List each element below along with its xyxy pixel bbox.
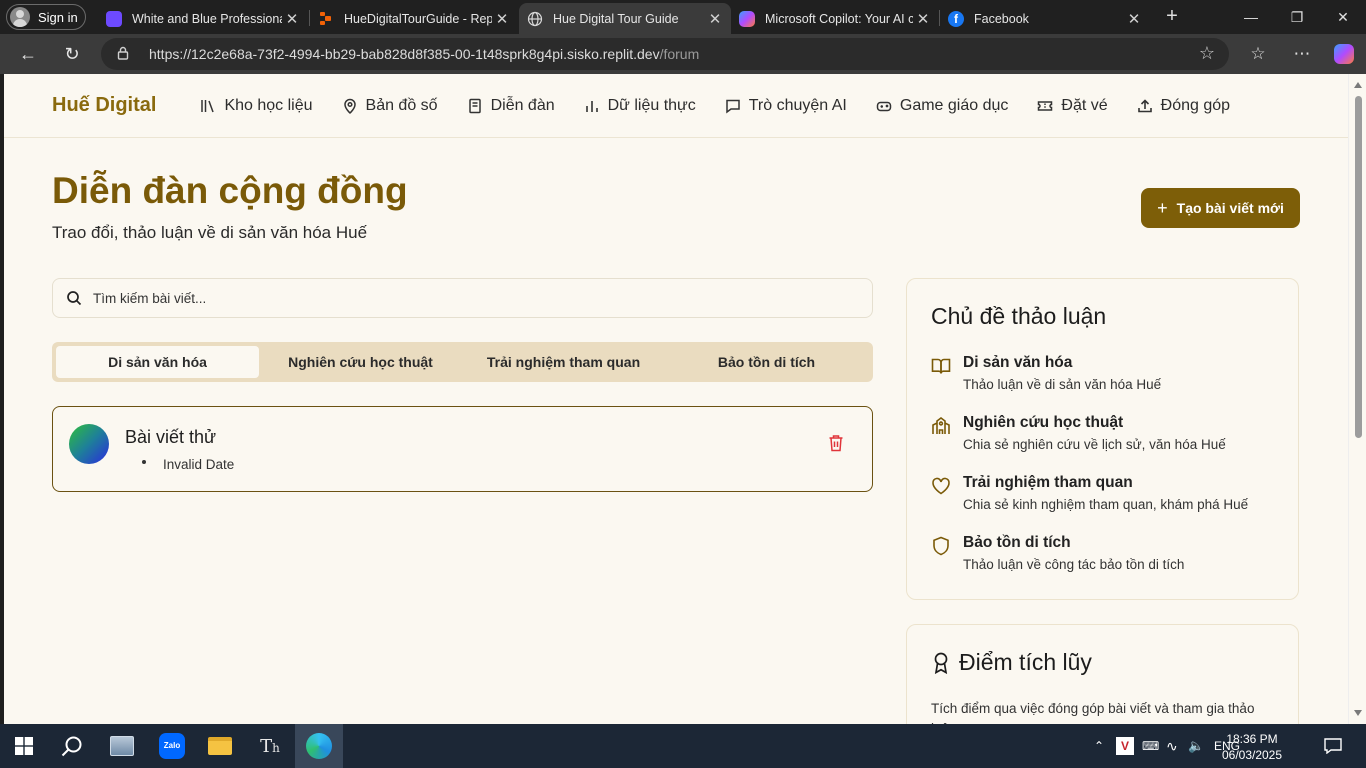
tab-heritage-preservation[interactable]: Bảo tồn di tích bbox=[665, 346, 868, 378]
unikey-icon[interactable]: V bbox=[1116, 737, 1134, 755]
reload-icon[interactable]: ↻ bbox=[58, 40, 86, 68]
notification-icon[interactable] bbox=[1310, 724, 1356, 768]
category-tabs: Di sản văn hóa Nghiên cứu học thuật Trải… bbox=[52, 342, 873, 382]
page-viewport: Huế Digital Kho học liệu Bản đồ số Diễn … bbox=[4, 74, 1348, 724]
favorite-star-icon[interactable]: ☆ bbox=[1199, 43, 1215, 64]
file-explorer-icon[interactable] bbox=[196, 724, 244, 768]
page-subtitle: Trao đổi, thảo luận về di sản văn hóa Hu… bbox=[52, 223, 368, 242]
favorites-icon[interactable]: ☆ bbox=[1244, 40, 1272, 68]
lock-icon bbox=[117, 46, 135, 63]
shield-icon bbox=[933, 536, 949, 556]
replit-favicon-icon bbox=[318, 11, 334, 27]
edge-browser-icon[interactable] bbox=[295, 724, 343, 768]
heart-icon bbox=[932, 477, 950, 495]
nav-item-library[interactable]: Kho học liệu bbox=[200, 97, 313, 115]
scroll-up-icon[interactable] bbox=[1354, 82, 1362, 88]
canva-favicon-icon bbox=[106, 10, 122, 27]
globe-favicon-icon bbox=[527, 11, 543, 27]
ticket-icon bbox=[1037, 98, 1053, 114]
back-arrow-icon[interactable]: ← bbox=[14, 40, 42, 68]
map-pin-icon bbox=[342, 98, 358, 114]
avatar bbox=[69, 424, 109, 464]
post-title[interactable]: Bài viết thử bbox=[125, 427, 216, 448]
nav-item-ai-chat[interactable]: Trò chuyện AI bbox=[725, 97, 847, 115]
search-box bbox=[52, 278, 873, 318]
zalo-icon[interactable]: Zalo bbox=[148, 724, 196, 768]
more-menu-icon[interactable]: ⋯ bbox=[1288, 40, 1316, 68]
site-header: Huế Digital Kho học liệu Bản đồ số Diễn … bbox=[4, 74, 1348, 138]
browser-tab-active[interactable]: Hue Digital Tour Guide ✕ bbox=[519, 3, 731, 34]
system-app-icon[interactable] bbox=[98, 724, 146, 768]
topics-card: Chủ đề thảo luận Di sản văn hóa Thảo luậ… bbox=[906, 278, 1299, 600]
page-scrollbar[interactable] bbox=[1348, 74, 1366, 724]
speaker-muted-icon[interactable]: 🔈 bbox=[1188, 738, 1206, 754]
browser-tab[interactable]: f Facebook ✕ bbox=[940, 3, 1150, 34]
profile-avatar-icon bbox=[10, 7, 30, 27]
close-tab-icon[interactable]: ✕ bbox=[282, 10, 302, 28]
new-tab-button[interactable]: + bbox=[1160, 4, 1184, 28]
nav-item-tickets[interactable]: Đặt vé bbox=[1037, 97, 1108, 115]
points-description: Tích điểm qua việc đóng góp bài viết và … bbox=[931, 701, 1255, 724]
chat-icon bbox=[725, 98, 741, 114]
search-input[interactable] bbox=[93, 290, 793, 306]
scrollbar-thumb[interactable] bbox=[1355, 96, 1362, 438]
wifi-icon[interactable]: ∿ bbox=[1166, 738, 1184, 755]
sign-in-button[interactable]: Sign in bbox=[6, 4, 86, 30]
gamepad-icon bbox=[876, 98, 892, 114]
plus-icon: + bbox=[1157, 197, 1168, 218]
scroll-down-icon[interactable] bbox=[1354, 710, 1362, 716]
taskbar-clock[interactable]: 18:36 PM 06/03/2025 bbox=[1210, 731, 1294, 763]
windows-start-icon[interactable] bbox=[0, 724, 48, 768]
library-icon bbox=[200, 98, 216, 114]
browser-tab[interactable]: Microsoft Copilot: Your AI c ✕ bbox=[731, 3, 939, 34]
points-title: Điểm tích lũy bbox=[959, 649, 1092, 675]
chevron-up-icon[interactable]: ⌃ bbox=[1090, 739, 1108, 753]
nav-item-forum[interactable]: Diễn đàn bbox=[467, 97, 555, 115]
restore-window-icon[interactable]: ❐ bbox=[1274, 0, 1320, 34]
points-card: Điểm tích lũy Tích điểm qua việc đóng gó… bbox=[906, 624, 1299, 724]
upload-icon bbox=[1137, 98, 1153, 114]
close-tab-icon[interactable]: ✕ bbox=[705, 10, 725, 28]
browser-tab[interactable]: HueDigitalTourGuide - Repli ✕ bbox=[310, 3, 518, 34]
copilot-icon[interactable] bbox=[1330, 40, 1358, 68]
search-icon bbox=[67, 291, 82, 306]
open-book-icon bbox=[931, 358, 951, 374]
award-icon bbox=[934, 652, 948, 674]
nav-item-data[interactable]: Dữ liệu thực bbox=[584, 97, 696, 115]
taskbar: Zalo Th ⌃ V ⌨ ∿ 🔈 ENG 18:36 PM 06/03/202… bbox=[0, 724, 1366, 768]
nav-item-map[interactable]: Bản đồ số bbox=[342, 97, 438, 115]
close-window-icon[interactable]: ✕ bbox=[1320, 0, 1366, 34]
url-text: https://12c2e68a-73f2-4994-bb29-bab828d8… bbox=[149, 46, 700, 62]
bar-chart-icon bbox=[584, 98, 600, 114]
search-taskbar-icon[interactable] bbox=[48, 724, 96, 768]
post-date: Invalid Date bbox=[163, 457, 235, 472]
browser-toolbar: ← ↻ https://12c2e68a-73f2-4994-bb29-bab8… bbox=[0, 34, 1366, 74]
post-card[interactable]: Bài viết thử Invalid Date bbox=[52, 406, 873, 492]
facebook-favicon-icon: f bbox=[948, 10, 964, 27]
minimize-window-icon[interactable]: — bbox=[1228, 0, 1274, 34]
create-post-button[interactable]: + Tạo bài viết mới bbox=[1141, 188, 1300, 228]
page-title: Diễn đàn cộng đồng bbox=[52, 170, 408, 211]
book-icon bbox=[467, 98, 483, 114]
nav-item-games[interactable]: Game giáo dục bbox=[876, 97, 1008, 115]
trash-icon[interactable] bbox=[828, 434, 844, 452]
tab-cultural-heritage[interactable]: Di sản văn hóa bbox=[56, 346, 259, 378]
close-tab-icon[interactable]: ✕ bbox=[913, 10, 933, 28]
tab-academic-research[interactable]: Nghiên cứu học thuật bbox=[259, 346, 462, 378]
address-bar[interactable]: https://12c2e68a-73f2-4994-bb29-bab828d8… bbox=[101, 38, 1229, 70]
keyboard-icon[interactable]: ⌨ bbox=[1142, 739, 1160, 753]
close-tab-icon[interactable]: ✕ bbox=[1124, 10, 1144, 28]
nav-item-contribute[interactable]: Đóng góp bbox=[1137, 97, 1230, 115]
site-logo[interactable]: Huế Digital bbox=[52, 94, 156, 117]
bullet-dot bbox=[142, 460, 146, 464]
close-tab-icon[interactable]: ✕ bbox=[492, 10, 512, 28]
tab-visit-experience[interactable]: Trải nghiệm tham quan bbox=[462, 346, 665, 378]
copilot-favicon-icon bbox=[739, 10, 755, 27]
topics-title: Chủ đề thảo luận bbox=[931, 303, 1107, 329]
typing-app-icon[interactable]: Th bbox=[246, 724, 294, 768]
school-icon bbox=[932, 417, 950, 434]
browser-tab[interactable]: White and Blue Professional ✕ bbox=[98, 3, 308, 34]
